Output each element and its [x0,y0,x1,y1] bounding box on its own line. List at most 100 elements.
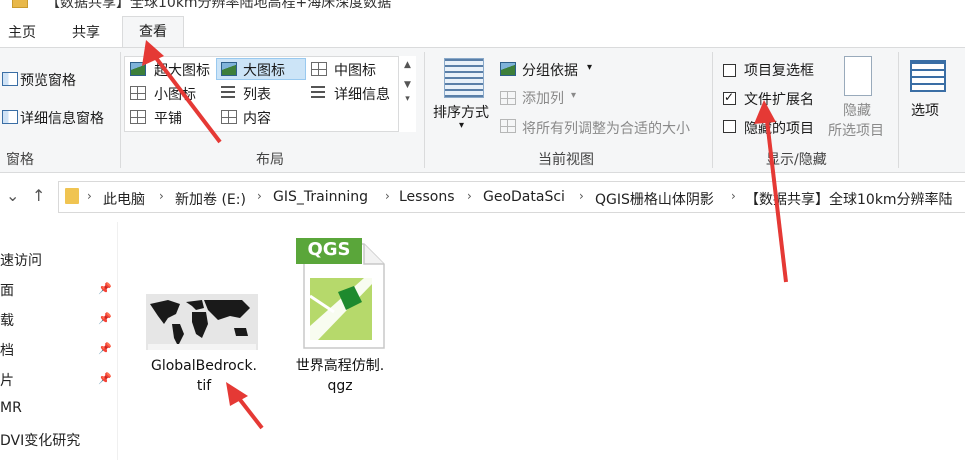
chevron-right-icon[interactable]: › [467,189,472,203]
breadcrumb-this-pc[interactable]: 此电脑 [103,189,145,209]
ribbon: 预览窗格 详细信息窗格 窗格 超大图标 大图标 中图标 小图标 列表 详细信息 … [0,47,965,173]
qgs-badge: QGS [307,239,351,260]
pin-icon: 📌 [98,282,112,295]
file-name-globalbedrock[interactable]: GlobalBedrock. tif [136,356,272,396]
recent-locations-chevron-icon[interactable]: ⌄ [6,186,19,205]
preview-pane-icon [2,72,18,86]
layout-content[interactable]: 内容 [243,108,271,128]
nav-item-desktop[interactable]: 面 [0,280,14,300]
breadcrumb[interactable]: › 此电脑 › 新加卷 (E:) › GIS_Trainning › Lesso… [58,181,965,213]
qgs-file-icon[interactable]: QGS [294,236,390,350]
chevron-right-icon[interactable]: › [257,189,262,203]
chevron-right-icon[interactable]: › [385,189,390,203]
file-name-line: 世界高程仿制. [295,358,385,374]
file-extension-text: tif [196,378,212,394]
scroll-down-icon[interactable]: ▼ [399,80,416,90]
group-by-icon [500,62,516,76]
nav-item-quick-access[interactable]: 速访问 [0,250,42,270]
layout-small-icons[interactable]: 小图标 [154,84,196,104]
nav-item-ndvi[interactable]: DVI变化研究 [0,430,80,450]
size-all-columns-button[interactable]: 将所有列调整为合适的大小 [522,118,690,138]
file-list: GlobalBedrock. tif QGS 世界高程仿制. qgz [120,222,965,460]
tab-home[interactable]: 主页 [8,22,36,42]
world-map-thumbnail[interactable] [146,294,258,350]
window-title: 【数据共享】全球10km分辨率陆地高程+海床深度数据 [46,0,392,11]
current-view-group-label: 当前视图 [538,152,594,168]
chevron-right-icon[interactable]: › [87,189,92,203]
breadcrumb-qgis-hillshade[interactable]: QGIS栅格山体阴影 [595,189,714,209]
hidden-items-label: 隐藏的项目 [744,121,814,137]
layout-group-label: 布局 [256,152,284,168]
pin-icon: 📌 [98,372,112,385]
pin-icon: 📌 [98,342,112,355]
item-check-boxes-label: 项目复选框 [744,63,814,79]
options-button[interactable]: 选项 [911,100,939,120]
nav-item-mr[interactable]: MR [0,400,22,416]
group-divider [120,52,121,168]
extra-large-icons-icon [130,62,146,76]
hide-selected-button-line2: 所选项目 [828,123,884,139]
add-column-icon [500,91,516,105]
group-divider [712,52,713,168]
add-columns-dropdown-icon[interactable]: ▾ [571,90,576,101]
breadcrumb-drive-e[interactable]: 新加卷 (E:) [175,189,246,209]
breadcrumb-lessons[interactable]: Lessons [399,189,455,205]
pin-icon: 📌 [98,312,112,325]
navigation-pane: 速访问 面 📌 载 📌 档 📌 片 📌 MR DVI变化研究 [0,222,118,460]
up-arrow-icon[interactable]: ↑ [32,186,45,205]
list-icon [221,86,235,100]
hide-selected-button[interactable]: 隐藏 [843,100,871,120]
layout-details[interactable]: 详细信息 [334,84,390,104]
chevron-right-icon[interactable]: › [159,189,164,203]
layout-medium-icons[interactable]: 中图标 [334,60,376,80]
sort-by-button[interactable]: 排序方式 [433,102,489,122]
group-by-button[interactable]: 分组依据 [522,60,578,80]
details-pane-button[interactable]: 详细信息窗格 [20,108,104,128]
sort-dropdown-icon[interactable]: ▾ [459,120,464,131]
add-columns-button[interactable]: 添加列 [522,88,564,108]
folder-icon [12,0,28,8]
show-hide-group-label: 显示/隐藏 [766,152,827,168]
sort-icon [444,58,484,98]
hidden-items-checkbox[interactable] [723,120,736,133]
layout-tiles[interactable]: 平铺 [154,108,182,128]
layout-list[interactable]: 列表 [243,84,271,104]
item-check-boxes-checkbox[interactable] [723,64,736,77]
breadcrumb-gis-trainning[interactable]: GIS_Trainning [273,189,368,205]
small-icons-icon [130,86,146,100]
size-columns-icon [500,119,516,133]
details-icon [311,86,325,100]
nav-item-documents[interactable]: 档 [0,340,14,360]
layout-large-icons[interactable]: 大图标 [243,60,285,80]
scroll-up-icon[interactable]: ▲ [399,60,416,70]
options-icon [910,60,946,92]
chevron-right-icon[interactable]: › [579,189,584,203]
nav-item-downloads[interactable]: 载 [0,310,14,330]
group-by-dropdown-icon[interactable]: ▾ [587,62,592,73]
file-extensions-checkbox[interactable] [723,90,736,105]
nav-item-pictures[interactable]: 片 [0,370,14,390]
medium-icons-icon [311,62,327,76]
hide-selected-icon [844,56,872,96]
file-name-line: GlobalBedrock. [150,358,258,374]
content-icon [221,110,237,124]
tiles-icon [130,110,146,124]
layout-extra-large-icons[interactable]: 超大图标 [154,60,210,80]
layout-gallery-scrollbar[interactable]: ▲ ▼ ▾ [398,56,416,132]
file-extensions-label: 文件扩展名 [744,92,814,108]
preview-pane-button[interactable]: 预览窗格 [20,70,76,90]
file-name-world-elevation[interactable]: 世界高程仿制. qgz [280,356,400,396]
details-pane-icon [2,110,18,124]
panes-group-label: 窗格 [6,152,34,168]
large-icons-icon [221,62,237,76]
group-divider [424,52,425,168]
chevron-right-icon[interactable]: › [731,189,736,203]
tab-share[interactable]: 共享 [72,22,100,42]
breadcrumb-geodatasci[interactable]: GeoDataSci [483,189,565,205]
folder-icon [65,188,79,204]
file-extension-text: qgz [327,378,353,394]
breadcrumb-current-folder[interactable]: 【数据共享】全球10km分辨率陆 [745,189,953,209]
tab-view[interactable]: 查看 [122,16,184,48]
expand-gallery-icon[interactable]: ▾ [399,94,416,104]
title-bar: 【数据共享】全球10km分辨率陆地高程+海床深度数据 [0,0,965,12]
